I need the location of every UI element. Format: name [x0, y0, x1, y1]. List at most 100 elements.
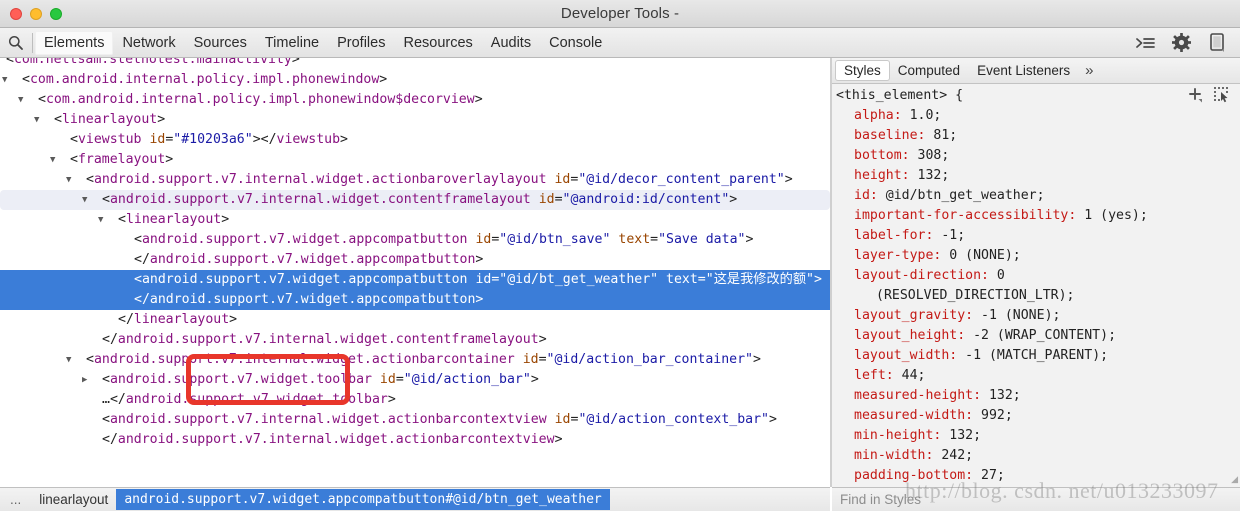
dom-node[interactable]: ▼ <com.android.internal.policy.impl.phone…: [0, 70, 830, 90]
tab-audits[interactable]: Audits: [482, 31, 540, 55]
dom-node[interactable]: ▼<android.support.v7.internal.widget.act…: [0, 410, 830, 450]
breadcrumb-item-linearlayout[interactable]: linearlayout: [31, 490, 116, 509]
zoom-button[interactable]: [50, 8, 62, 20]
style-declaration[interactable]: alpha: 1.0;: [832, 106, 1240, 126]
tab-event-listeners[interactable]: Event Listeners: [969, 61, 1078, 80]
chevron-down-icon[interactable]: ▼: [18, 90, 38, 110]
dom-node[interactable]: ▼…</android.support.v7.widget.toolbar>: [0, 390, 830, 410]
dom-node[interactable]: ▼</android.support.v7.internal.widget.co…: [0, 330, 830, 350]
chevron-down-icon[interactable]: ▼: [82, 190, 102, 210]
settings-gear-icon[interactable]: [1170, 32, 1192, 54]
breadcrumb-item-selected[interactable]: android.support.v7.widget.appcompatbutto…: [116, 489, 610, 510]
style-declaration[interactable]: padding-bottom: 27;: [832, 466, 1240, 486]
tab-resources[interactable]: Resources: [394, 31, 481, 55]
style-declaration[interactable]: layout_width: -1 (MATCH_PARENT);: [832, 346, 1240, 366]
tab-timeline[interactable]: Timeline: [256, 31, 328, 55]
style-declaration[interactable]: height: 132;: [832, 166, 1240, 186]
dom-node-punct: <: [54, 112, 62, 127]
dom-node-attrname: id: [149, 132, 166, 147]
style-declaration[interactable]: bottom: 308;: [832, 146, 1240, 166]
dom-node-tag: android.support.v7.internal.widget.actio…: [109, 412, 547, 427]
chevron-down-icon: ▼: [108, 310, 118, 330]
chevron-down-icon[interactable]: ▼: [98, 210, 118, 230]
style-property-value: 242;: [941, 448, 974, 463]
tab-console[interactable]: Console: [540, 31, 611, 55]
chevron-down-icon[interactable]: ▼: [50, 150, 70, 170]
style-property-value: -1;: [941, 228, 966, 243]
styles-more-tabs-chevron-icon[interactable]: »: [1079, 62, 1099, 79]
dom-node-attrname: text: [666, 272, 698, 287]
style-declaration[interactable]: important-for-accessibility: 1 (yes);: [832, 206, 1240, 226]
chevron-down-icon[interactable]: ▼: [2, 70, 22, 90]
dom-node-attrval: "@id/btn_save": [499, 232, 611, 247]
style-declaration[interactable]: layout_height: -2 (WRAP_CONTENT);: [832, 326, 1240, 346]
style-property-value: 0 (NONE);: [949, 248, 1021, 263]
dom-node[interactable]: ▼<viewstub id="#10203a6"></viewstub>: [0, 130, 830, 150]
chevron-down-icon[interactable]: ▼: [66, 350, 86, 370]
chevron-down-icon[interactable]: ▼: [34, 110, 54, 130]
dom-node[interactable]: ▼<android.support.v7.widget.appcompatbut…: [0, 270, 830, 310]
tab-computed[interactable]: Computed: [890, 61, 968, 80]
dom-node-attrval: "#10203a6": [173, 132, 253, 147]
dom-node[interactable]: ▼ <android.support.v7.internal.widget.con…: [0, 190, 830, 210]
tab-styles[interactable]: Styles: [836, 61, 889, 80]
style-declaration[interactable]: layer-type: 0 (NONE);: [832, 246, 1240, 266]
style-property-name: alpha:: [854, 108, 910, 123]
style-declarations[interactable]: alpha: 1.0; baseline: 81; bottom: 308; heig…: [832, 106, 1240, 487]
dom-node[interactable]: ▼ <com.android.internal.policy.impl.phone…: [0, 90, 830, 110]
tab-profiles[interactable]: Profiles: [328, 31, 394, 55]
style-property-value: 308;: [917, 148, 950, 163]
close-button[interactable]: [10, 8, 22, 20]
element-state-picker-icon[interactable]: [1214, 87, 1230, 110]
style-rule-selector: <this_element> {: [836, 88, 964, 103]
minimize-button[interactable]: [30, 8, 42, 20]
tab-elements[interactable]: Elements: [35, 30, 114, 55]
style-declaration[interactable]: min-height: 132;: [832, 426, 1240, 446]
dom-node[interactable]: ▶ <android.support.v7.widget.toolbar id="…: [0, 370, 830, 390]
dom-node-punct: >: [538, 332, 547, 347]
style-declaration[interactable]: baseline: 81;: [832, 126, 1240, 146]
breadcrumb-ellipsis[interactable]: ...: [0, 490, 31, 509]
dom-node[interactable]: ▼ <linearlayout>: [0, 210, 830, 230]
dom-node[interactable]: ▼ <linearlayout>: [0, 110, 830, 130]
dom-node[interactable]: ▼<android.support.v7.widget.appcompatbut…: [0, 230, 830, 270]
dom-node-attrname: id: [538, 192, 555, 207]
dom-node-tag: com.android.internal.policy.impl.phonewi…: [45, 92, 475, 107]
dom-node[interactable]: ▼<android.support.v7.internal.widget.act…: [0, 350, 830, 370]
devtools-main: ▼<com.nettsam.stethotest.mainactivity>▼<…: [0, 58, 1240, 487]
chevron-right-icon[interactable]: ▶: [82, 370, 102, 390]
styles-actions: [1188, 87, 1230, 110]
tab-sources[interactable]: Sources: [185, 31, 256, 55]
style-declaration[interactable]: measured-height: 132;: [832, 386, 1240, 406]
chevron-down-icon: ▼: [124, 270, 134, 290]
dom-node-punct: =: [538, 352, 547, 367]
dom-node-tag: linearlayout: [61, 112, 158, 127]
style-declaration[interactable]: layout-direction: 0 (RESOLVED_DIRECTION_L…: [832, 266, 1240, 306]
dom-node[interactable]: ▼<android.support.v7.internal.widget.act…: [0, 170, 830, 190]
style-declaration[interactable]: label-for: -1;: [832, 226, 1240, 246]
style-declaration[interactable]: layout_gravity: -1 (NONE);: [832, 306, 1240, 326]
new-style-rule-icon[interactable]: [1188, 87, 1204, 110]
find-in-styles-bar[interactable]: Find in Styles ◢: [832, 474, 1240, 511]
dom-node[interactable]: ▼</linearlayout>: [0, 310, 830, 330]
elements-panel[interactable]: ▼<com.nettsam.stethotest.mainactivity>▼<…: [0, 58, 830, 487]
style-declaration[interactable]: measured-width: 992;: [832, 406, 1240, 426]
chevron-down-icon[interactable]: ▼: [66, 170, 86, 190]
style-declaration[interactable]: min-width: 242;: [832, 446, 1240, 466]
dom-node-tag: linearlayout: [125, 212, 222, 227]
dom-node[interactable]: ▼ <framelayout>: [0, 150, 830, 170]
style-declaration[interactable]: id: @id/btn_get_weather;: [832, 186, 1240, 206]
find-in-styles-placeholder: Find in Styles: [840, 492, 922, 507]
dom-node-punct: =: [697, 272, 706, 287]
dom-node-punct: >: [729, 192, 738, 207]
dock-device-icon[interactable]: [1206, 32, 1228, 54]
style-declaration[interactable]: left: 44;: [832, 366, 1240, 386]
styles-rule-list[interactable]: <this_element> {alpha: 1.0; baseline: 8…: [832, 84, 1240, 487]
search-icon[interactable]: [0, 28, 30, 58]
dom-tree[interactable]: ▼<com.nettsam.stethotest.mainactivity>▼<…: [0, 58, 830, 450]
breadcrumb[interactable]: ... linearlayout android.support.v7.widg…: [0, 487, 830, 511]
tab-network[interactable]: Network: [113, 31, 184, 55]
dom-node[interactable]: ▼<com.nettsam.stethotest.mainactivity>: [0, 58, 830, 70]
console-drawer-icon[interactable]: [1134, 32, 1156, 54]
dom-node-punct: <: [134, 272, 142, 287]
